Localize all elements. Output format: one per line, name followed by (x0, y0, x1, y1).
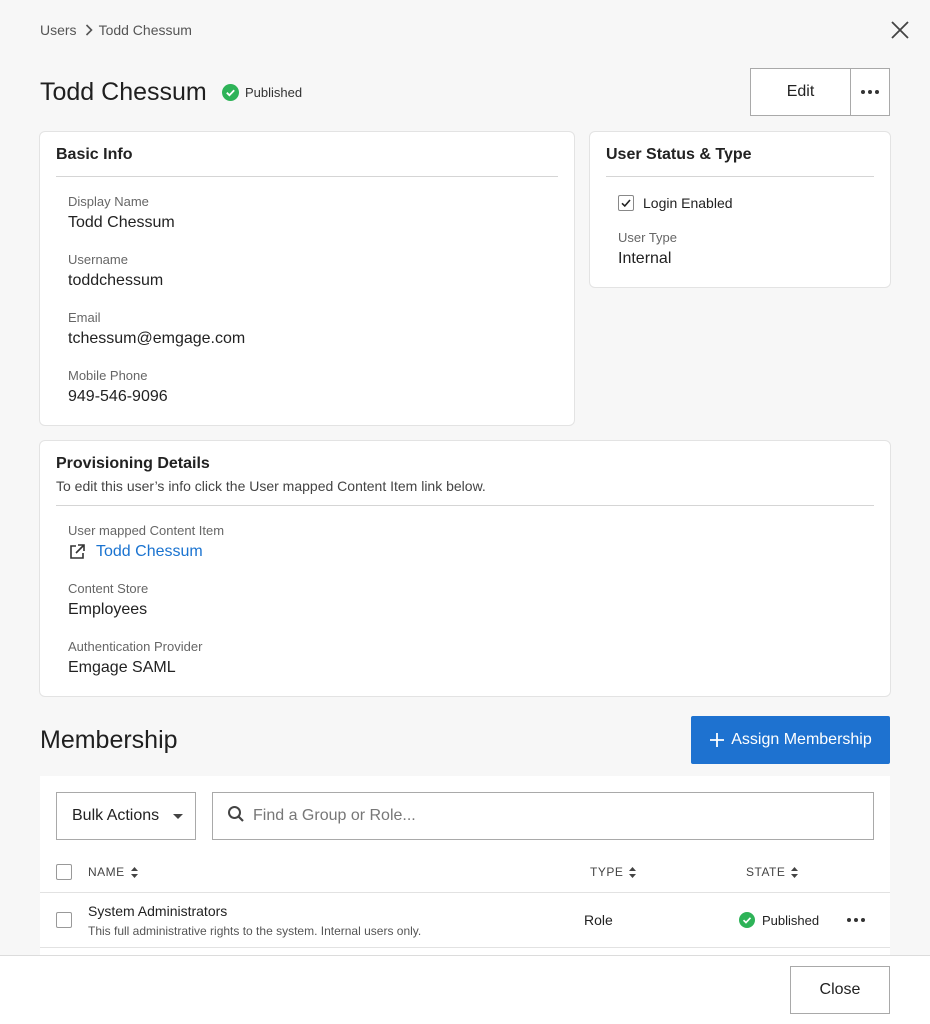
close-button[interactable]: Close (790, 966, 890, 1014)
content-store-value: Employees (68, 601, 148, 618)
divider (40, 947, 890, 948)
assign-membership-label: Assign Membership (731, 731, 872, 748)
row-checkbox[interactable] (56, 912, 72, 928)
divider (606, 176, 874, 177)
status-badge-label: Published (245, 84, 303, 100)
column-header-name[interactable]: NAME (88, 865, 138, 879)
search-icon (227, 805, 245, 828)
sort-icon (130, 866, 138, 878)
check-circle-icon (222, 83, 239, 101)
display-name-value: Todd Chessum (68, 214, 175, 231)
email-label: Email (68, 310, 101, 325)
user-type-label: User Type (618, 230, 678, 245)
provisioning-card: Provisioning Details To edit this user’s… (39, 440, 891, 697)
display-name-label: Display Name (68, 194, 149, 209)
divider (56, 176, 558, 177)
email-value: tchessum@emgage.com (68, 330, 246, 347)
divider (40, 892, 890, 893)
membership-title: Membership (40, 726, 178, 754)
divider (56, 505, 874, 506)
edit-button[interactable]: Edit (751, 69, 851, 115)
more-horizontal-icon[interactable] (846, 910, 866, 930)
breadcrumb-users-link[interactable]: Users (40, 22, 77, 38)
auth-provider-label: Authentication Provider (68, 639, 203, 654)
checkbox-check-icon (621, 199, 631, 208)
column-header-state-label: STATE (746, 865, 786, 879)
page-title: Todd Chessum (40, 78, 207, 106)
mobile-phone-label: Mobile Phone (68, 368, 148, 383)
sort-icon (629, 866, 637, 878)
login-enabled-row: Login Enabled (618, 195, 733, 211)
assign-membership-button[interactable]: Assign Membership (691, 716, 890, 764)
username-label: Username (68, 252, 128, 267)
bulk-actions-dropdown[interactable]: Bulk Actions (56, 792, 196, 840)
basic-info-title: Basic Info (56, 146, 133, 163)
user-status-title: User Status & Type (606, 146, 752, 163)
column-header-name-label: NAME (88, 865, 125, 879)
breadcrumb: Users Todd Chessum (40, 21, 192, 39)
header-actions: Edit (750, 68, 890, 116)
column-header-state[interactable]: STATE (746, 865, 799, 879)
auth-provider-value: Emgage SAML (68, 659, 176, 676)
mapped-content-label: User mapped Content Item (68, 523, 225, 538)
user-type-value: Internal (618, 250, 672, 267)
close-icon[interactable] (888, 18, 912, 42)
mapped-content-link[interactable]: Todd Chessum (68, 543, 203, 561)
table-row-state: Published (739, 912, 819, 928)
content-store-label: Content Store (68, 581, 149, 596)
login-enabled-checkbox[interactable] (618, 195, 634, 211)
mapped-content-link-label[interactable]: Todd Chessum (96, 543, 203, 561)
provisioning-subtitle: To edit this user’s info click the User … (56, 478, 486, 494)
column-header-type-label: TYPE (590, 865, 624, 879)
plus-icon (709, 732, 725, 748)
column-header-type[interactable]: TYPE (590, 865, 637, 879)
table-row-description: This full administrative rights to the s… (88, 924, 422, 938)
status-badge: Published (222, 83, 302, 101)
username-value: toddchessum (68, 272, 164, 289)
more-horizontal-icon[interactable] (851, 69, 889, 115)
table-row-state-label: Published (762, 912, 820, 928)
select-all-checkbox[interactable] (56, 864, 72, 880)
caret-down-icon (173, 807, 183, 825)
search-input[interactable] (253, 807, 853, 825)
table-row-type: Role (584, 912, 613, 928)
table-row-name[interactable]: System Administrators (88, 903, 227, 919)
search-field (212, 792, 874, 840)
mobile-phone-value: 949-546-9096 (68, 388, 168, 405)
login-enabled-label: Login Enabled (643, 195, 733, 211)
basic-info-card: Basic Info Display Name Todd Chessum Use… (39, 131, 575, 426)
bulk-actions-label: Bulk Actions (72, 807, 160, 824)
user-status-card: User Status & Type Login Enabled User Ty… (589, 131, 891, 288)
breadcrumb-current: Todd Chessum (98, 22, 192, 38)
provisioning-title: Provisioning Details (56, 455, 210, 472)
external-link-icon (68, 543, 86, 561)
chevron-right-icon (85, 24, 93, 36)
check-circle-icon (739, 912, 755, 928)
sort-icon (791, 866, 799, 878)
